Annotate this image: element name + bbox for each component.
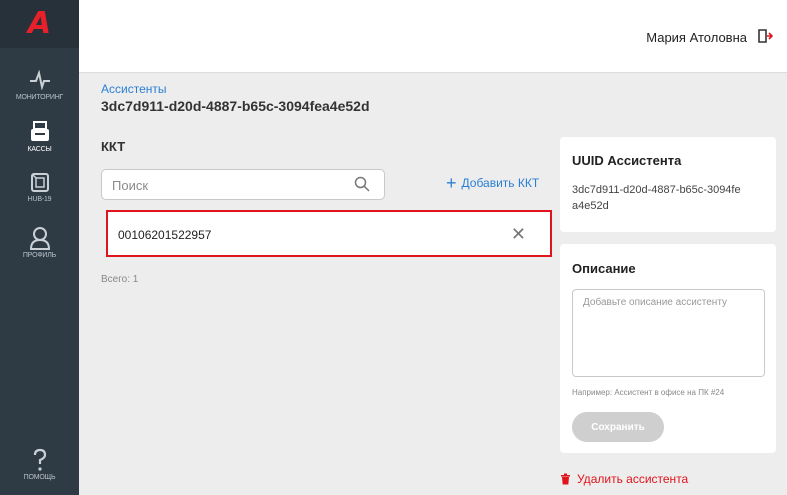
hub-icon xyxy=(28,170,52,194)
page-title: 3dc7d911-d20d-4887-b65c-3094fea4e52d xyxy=(101,98,370,114)
add-kkt-button[interactable]: + Добавить ККТ xyxy=(446,173,540,193)
total-count: Всего: 1 xyxy=(101,274,139,285)
sidebar-item-label: Кассы xyxy=(27,146,52,153)
description-card-title: Описание xyxy=(572,261,636,276)
description-card: Описание Например: Ассистент в офисе на … xyxy=(560,244,776,453)
description-hint: Например: Ассистент в офисе на ПК #24 xyxy=(572,388,725,397)
sidebar-item-profile[interactable]: Профиль xyxy=(0,226,79,278)
sidebar-item-label: Помощь xyxy=(23,474,56,481)
sidebar-item-label: HUB-19 xyxy=(27,196,52,203)
logo[interactable]: A xyxy=(0,0,79,48)
sidebar-item-kassy[interactable]: Кассы xyxy=(0,120,79,172)
printer-icon xyxy=(28,120,52,144)
description-field[interactable] xyxy=(572,289,765,377)
kkt-number: 00106201522957 xyxy=(118,228,212,242)
search-input[interactable] xyxy=(112,176,342,194)
sidebar-item-hub[interactable]: HUB-19 xyxy=(0,170,79,222)
uuid-card: UUID Ассистента 3dc7d911-d20d-4887-b65c-… xyxy=(560,137,776,232)
logo-glyph: A xyxy=(27,6,52,41)
search-box xyxy=(101,169,385,200)
sidebar-item-label: Профиль xyxy=(22,252,57,259)
sidebar-item-monitoring[interactable]: Мониторинг xyxy=(0,68,79,120)
uuid-value: 3dc7d911-d20d-4887-b65c-3094fea4e52d xyxy=(572,184,741,212)
breadcrumb-assistants[interactable]: Ассистенты xyxy=(101,82,167,96)
kkt-section-title: ККТ xyxy=(101,139,126,154)
uuid-card-title: UUID Ассистента xyxy=(572,153,682,168)
pulse-icon xyxy=(28,68,52,92)
sidebar: A Мониторинг Кассы HUB-19 Профиль Помощь xyxy=(0,0,79,495)
top-bar: Мария Атоловна xyxy=(79,0,787,73)
search-icon[interactable] xyxy=(354,176,370,192)
list-item[interactable]: 00106201522957 ✕ xyxy=(106,210,552,257)
question-icon xyxy=(28,448,52,472)
trash-icon xyxy=(561,473,570,485)
close-icon[interactable]: ✕ xyxy=(511,224,526,245)
sidebar-item-help[interactable]: Помощь xyxy=(0,448,79,495)
add-kkt-label: Добавить ККТ xyxy=(461,176,540,190)
sidebar-item-label: Мониторинг xyxy=(15,94,64,101)
logout-icon[interactable] xyxy=(757,28,774,44)
delete-assistant-label: Удалить ассистента xyxy=(577,472,689,486)
user-icon xyxy=(28,226,52,250)
plus-icon: + xyxy=(446,173,457,193)
delete-assistant-button[interactable]: Удалить ассистента xyxy=(560,472,688,486)
user-name[interactable]: Мария Атоловна xyxy=(646,30,747,45)
save-button[interactable]: Сохранить xyxy=(572,412,664,442)
